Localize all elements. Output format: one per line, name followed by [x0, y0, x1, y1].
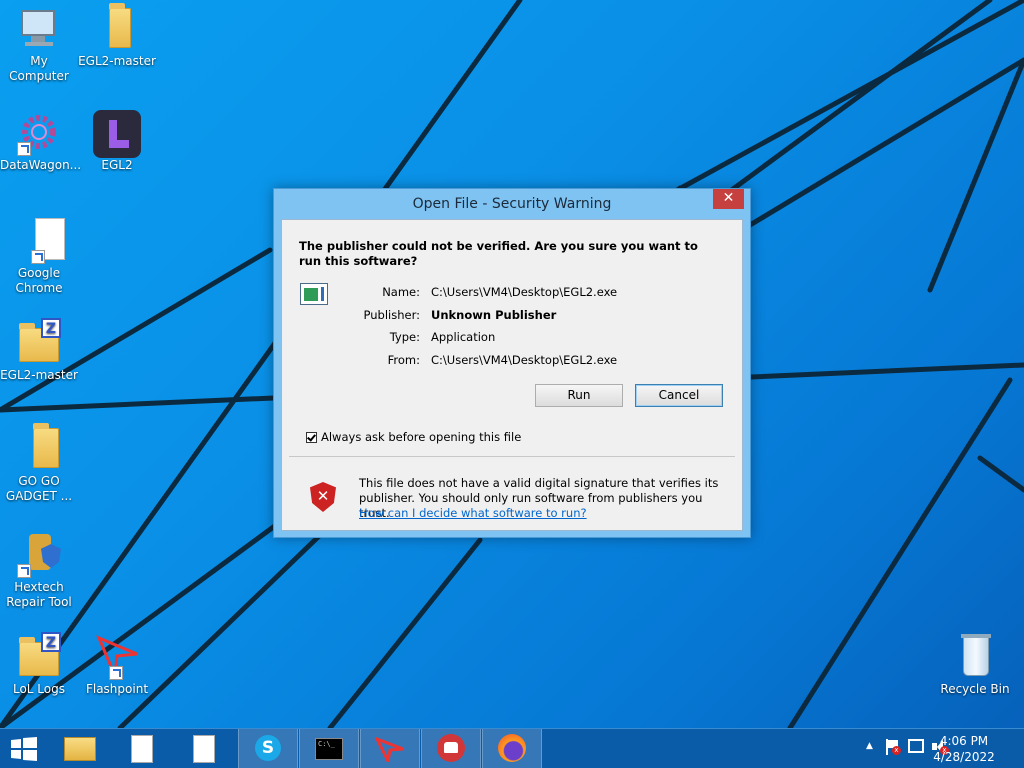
- datawagon-icon: [15, 108, 63, 156]
- start-button[interactable]: [0, 729, 48, 768]
- desktop-icon-egl2-master-zip[interactable]: Z EGL2-master: [0, 318, 78, 383]
- zip-folder-icon: Z: [15, 318, 63, 366]
- taskbar-document-1[interactable]: [118, 729, 166, 768]
- desktop-icon-label: EGL2-master: [78, 54, 156, 68]
- taskbar-command-prompt[interactable]: C:\_: [299, 729, 359, 768]
- desktop-icon-egl2[interactable]: EGL2: [78, 108, 156, 173]
- document-icon: [193, 735, 215, 763]
- skype-icon: S: [255, 735, 281, 761]
- close-button[interactable]: ✕: [713, 189, 744, 209]
- recycle-bin-icon: [951, 632, 999, 680]
- system-tray: ▲ x x 4:06 PM 4/28/2022: [844, 729, 1024, 768]
- desktop-icon-google-chrome[interactable]: Google Chrome: [0, 216, 78, 296]
- shortcut-arrow-icon: [17, 564, 31, 578]
- dialog-headline: The publisher could not be verified. Are…: [299, 239, 698, 268]
- document-icon: [15, 216, 65, 264]
- desktop-icon-recycle-bin[interactable]: Recycle Bin: [936, 632, 1014, 697]
- desktop-icon-my-computer[interactable]: My Computer: [0, 4, 78, 84]
- prop-value: C:\Users\VM4\Desktop\EGL2.exe: [431, 285, 618, 299]
- prop-value: C:\Users\VM4\Desktop\EGL2.exe: [431, 353, 618, 367]
- flashpoint-icon: [93, 632, 141, 680]
- shortcut-arrow-icon: [17, 142, 31, 156]
- desktop-icon-label: Flashpoint: [85, 682, 149, 696]
- action-center-flag-icon[interactable]: x: [886, 739, 901, 755]
- taskbar-document-2[interactable]: [180, 729, 228, 768]
- desktop-icon-hextech-repair-tool[interactable]: Hextech Repair Tool: [0, 530, 78, 610]
- taskbar: S C:\_ ▲ x x 4:06 PM 4/28/2022: [0, 728, 1024, 768]
- always-ask-row: Always ask before opening this file: [306, 430, 521, 444]
- run-button[interactable]: Run: [535, 384, 623, 407]
- security-warning-dialog: Open File - Security Warning ✕ The publi…: [273, 188, 751, 538]
- security-shield-icon: ✕: [310, 482, 336, 512]
- clock-time: 4:06 PM: [939, 734, 989, 748]
- desktop-icon-flashpoint[interactable]: Flashpoint: [78, 632, 156, 697]
- taskbar-skype[interactable]: S: [238, 729, 298, 768]
- show-hidden-icons-chevron-icon[interactable]: ▲: [866, 741, 873, 751]
- desktop-icon-lol-logs[interactable]: Z LoL Logs: [0, 632, 78, 697]
- computer-icon: [15, 4, 63, 52]
- file-explorer-icon: [64, 737, 96, 761]
- prop-value: Application: [431, 330, 496, 344]
- dialog-title: Open File - Security Warning: [412, 196, 612, 212]
- taskbar-riot-client[interactable]: [421, 729, 481, 768]
- egl2-app-icon: [93, 108, 141, 158]
- desktop-icon-go-go-gadget[interactable]: GO GO GADGET ...: [0, 423, 78, 504]
- taskbar-flashpoint[interactable]: [360, 729, 420, 768]
- dialog-body: The publisher could not be verified. Are…: [281, 219, 743, 531]
- prop-key: Publisher:: [363, 308, 420, 322]
- zip-folder-icon: Z: [15, 632, 63, 680]
- windows-start-icon: [11, 737, 37, 761]
- network-icon[interactable]: [908, 739, 924, 753]
- desktop-icon-datawagon[interactable]: DataWagon...: [0, 108, 82, 173]
- prop-key: Name:: [382, 285, 420, 299]
- desktop-icon-label: GO GO GADGET ...: [5, 474, 73, 503]
- dialog-titlebar[interactable]: Open File - Security Warning ✕: [274, 189, 750, 219]
- desktop-icon-label: LoL Logs: [12, 682, 65, 696]
- flashpoint-icon: [375, 736, 404, 762]
- desktop-icon-label: EGL2: [101, 158, 133, 172]
- desktop-icon-label: EGL2-master: [0, 368, 78, 382]
- folder-icon: [93, 3, 141, 52]
- prop-key: Type:: [389, 330, 420, 344]
- command-prompt-icon: C:\_: [315, 738, 343, 760]
- desktop-icon-label: Recycle Bin: [940, 682, 1010, 696]
- shortcut-arrow-icon: [31, 250, 45, 264]
- riot-client-icon: [437, 734, 465, 762]
- clock[interactable]: 4:06 PM 4/28/2022: [924, 733, 1004, 765]
- prop-key: From:: [387, 353, 420, 367]
- desktop-icon-label: Google Chrome: [15, 266, 63, 295]
- desktop-icon-label: Hextech Repair Tool: [6, 580, 72, 609]
- help-link[interactable]: How can I decide what software to run?: [359, 506, 587, 520]
- clock-date: 4/28/2022: [933, 750, 995, 764]
- application-icon: [300, 283, 328, 305]
- always-ask-checkbox[interactable]: [306, 432, 317, 443]
- shortcut-arrow-icon: [109, 666, 123, 680]
- desktop-icon-egl2-master-folder[interactable]: EGL2-master: [78, 3, 156, 69]
- desktop-icon-label: DataWagon...: [0, 158, 82, 172]
- prop-value: Unknown Publisher: [431, 308, 557, 322]
- hextech-icon: [15, 530, 63, 578]
- divider: [289, 456, 735, 457]
- document-icon: [131, 735, 153, 763]
- desktop-icon-label: My Computer: [9, 54, 69, 83]
- taskbar-firefox[interactable]: [482, 729, 542, 768]
- firefox-icon: [498, 734, 526, 762]
- folder-icon: [15, 423, 63, 472]
- always-ask-label[interactable]: Always ask before opening this file: [321, 430, 521, 444]
- cancel-button[interactable]: Cancel: [635, 384, 723, 407]
- taskbar-file-explorer[interactable]: [56, 729, 104, 768]
